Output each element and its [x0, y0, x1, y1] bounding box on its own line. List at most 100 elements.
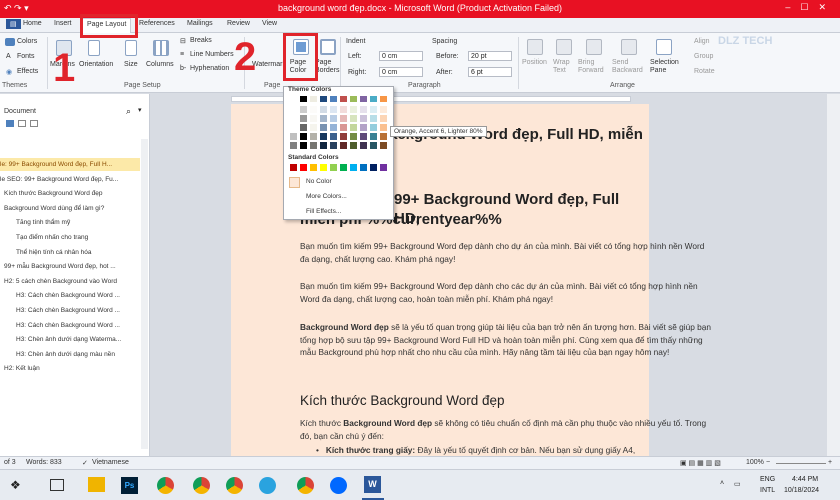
language-indicator[interactable]: Vietnamese — [92, 459, 129, 466]
standard-color-swatch[interactable] — [329, 163, 338, 172]
chrome-icon[interactable] — [157, 477, 174, 494]
color-swatch[interactable] — [369, 141, 378, 150]
nav-scrollbar[interactable] — [141, 139, 148, 449]
color-swatch[interactable] — [319, 123, 328, 132]
nav-heading-item[interactable]: H2: 5 cách chèn Background vào Word — [0, 275, 140, 288]
color-swatch[interactable] — [369, 105, 378, 114]
color-swatch[interactable] — [299, 141, 308, 150]
color-swatch[interactable] — [349, 132, 358, 141]
color-swatch[interactable] — [299, 105, 308, 114]
color-swatch[interactable] — [339, 105, 348, 114]
nav-heading-item[interactable]: Tạo điểm nhấn cho trang — [0, 231, 140, 244]
align-button[interactable]: Align — [694, 38, 710, 45]
colors-button[interactable]: Colors — [17, 38, 37, 45]
color-swatch[interactable] — [369, 132, 378, 141]
word-icon[interactable]: W — [364, 476, 381, 493]
vertical-scrollbar[interactable] — [827, 94, 840, 456]
color-swatch[interactable] — [349, 95, 358, 103]
network-icon[interactable]: ▭ — [734, 480, 741, 488]
hyphenation-button[interactable]: Hyphenation — [190, 65, 229, 72]
standard-color-swatch[interactable] — [369, 163, 378, 172]
color-swatch[interactable] — [329, 141, 338, 150]
tab-references[interactable]: References — [139, 20, 175, 27]
color-swatch[interactable] — [379, 141, 388, 150]
standard-color-swatch[interactable] — [299, 163, 308, 172]
color-swatch[interactable] — [329, 95, 338, 103]
color-swatch[interactable] — [309, 95, 318, 103]
no-color-option[interactable]: No Color — [306, 178, 332, 185]
color-swatch[interactable] — [309, 114, 318, 123]
file-explorer-icon[interactable] — [88, 477, 105, 492]
color-swatch[interactable] — [329, 123, 338, 132]
nav-heading-item[interactable]: H3: Chèn ảnh dưới dạng màu nền — [0, 348, 140, 361]
color-swatch[interactable] — [349, 141, 358, 150]
standard-color-swatch[interactable] — [359, 163, 368, 172]
color-swatch[interactable] — [369, 123, 378, 132]
color-swatch[interactable] — [359, 141, 368, 150]
keyboard-region[interactable]: INTL — [760, 487, 775, 494]
telegram-icon[interactable] — [259, 477, 276, 494]
spacing-after-input[interactable]: 6 pt — [468, 67, 512, 77]
color-swatch[interactable] — [379, 105, 388, 114]
wrap-text-button[interactable]: Wrap Text — [553, 59, 575, 75]
color-swatch[interactable] — [359, 95, 368, 103]
tab-insert[interactable]: Insert — [54, 20, 72, 27]
color-swatch[interactable] — [379, 114, 388, 123]
bring-forward-button[interactable]: Bring Forward — [578, 59, 612, 75]
send-backward-button[interactable]: Send Backward — [612, 59, 646, 75]
photoshop-icon[interactable]: Ps — [121, 477, 138, 494]
zalo-icon[interactable] — [330, 477, 347, 494]
tab-home[interactable]: Home — [23, 20, 42, 27]
indent-right-input[interactable]: 0 cm — [379, 67, 423, 77]
tab-review[interactable]: Review — [227, 20, 250, 27]
color-swatch[interactable] — [319, 114, 328, 123]
task-view-icon[interactable] — [50, 479, 64, 491]
color-swatch[interactable] — [299, 123, 308, 132]
color-swatch[interactable] — [369, 114, 378, 123]
tray-chevron-icon[interactable]: ˄ — [720, 480, 724, 487]
word-count[interactable]: Words: 833 — [26, 459, 62, 466]
color-swatch[interactable] — [309, 123, 318, 132]
columns-button[interactable]: Columns — [146, 61, 174, 68]
zoom-slider[interactable] — [776, 463, 826, 464]
group-button[interactable]: Group — [694, 53, 713, 60]
color-swatch[interactable] — [379, 123, 388, 132]
pages-tab-icon[interactable] — [18, 120, 26, 127]
color-swatch[interactable] — [319, 132, 328, 141]
color-swatch[interactable] — [309, 132, 318, 141]
nav-heading-item[interactable]: H3: Cách chèn Background Word ... — [0, 289, 140, 302]
orientation-button[interactable]: Orientation — [79, 61, 113, 68]
nav-heading-item[interactable]: Thể hiện tính cá nhân hóa — [0, 246, 140, 259]
color-swatch[interactable] — [289, 105, 298, 114]
watermark-button[interactable]: Watermark — [252, 61, 286, 68]
no-color-swatch[interactable] — [289, 177, 300, 188]
effects-button[interactable]: Effects — [17, 68, 38, 75]
color-swatch[interactable] — [339, 95, 348, 103]
standard-color-swatch[interactable] — [349, 163, 358, 172]
nav-heading-item[interactable]: H3: Cách chèn Background Word ... — [0, 304, 140, 317]
fill-effects-option[interactable]: Fill Effects... — [306, 208, 341, 215]
more-colors-option[interactable]: More Colors... — [306, 193, 347, 200]
chevron-down-icon[interactable]: ▾ — [138, 106, 142, 114]
color-swatch[interactable] — [319, 141, 328, 150]
color-swatch[interactable] — [289, 132, 298, 141]
color-swatch[interactable] — [339, 114, 348, 123]
standard-color-swatch[interactable] — [289, 163, 298, 172]
page-borders-button[interactable]: Page Borders — [315, 59, 343, 75]
size-button[interactable]: Size — [124, 61, 138, 68]
chrome-icon[interactable] — [297, 477, 314, 494]
color-swatch[interactable] — [339, 141, 348, 150]
standard-color-swatch[interactable] — [309, 163, 318, 172]
selection-pane-button[interactable]: Selection Pane — [650, 59, 680, 75]
spacing-before-input[interactable]: 20 pt — [468, 51, 512, 61]
position-button[interactable]: Position — [522, 59, 547, 66]
color-swatch[interactable] — [299, 132, 308, 141]
chrome-icon[interactable] — [226, 477, 243, 494]
line-numbers-button[interactable]: Line Numbers — [190, 51, 234, 58]
color-swatch[interactable] — [299, 95, 308, 103]
color-swatch[interactable] — [359, 132, 368, 141]
nav-heading-item[interactable]: Background Word dùng để làm gì? — [0, 202, 140, 215]
standard-color-swatch[interactable] — [379, 163, 388, 172]
color-swatch[interactable] — [359, 105, 368, 114]
view-mode-buttons[interactable]: ▣ ▤ ▦ ▥ ▧ — [680, 459, 721, 467]
